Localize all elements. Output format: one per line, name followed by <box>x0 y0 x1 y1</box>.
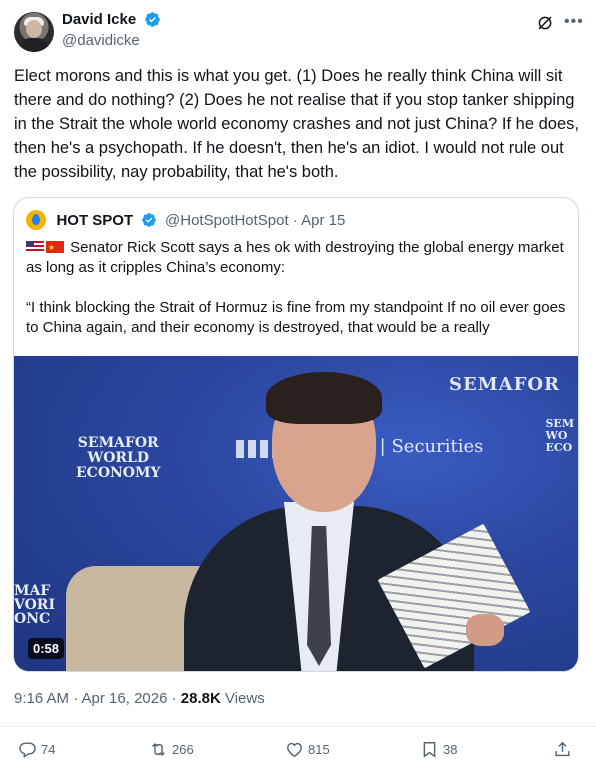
tweet-action-bar: 74 266 815 38 <box>0 736 596 764</box>
author-display-name[interactable]: David Icke <box>62 11 136 28</box>
author-avatar[interactable] <box>14 12 54 52</box>
us-flag-icon <box>26 241 44 253</box>
video-sign-top: SEMAFOR <box>448 374 560 395</box>
quoted-tweet-line-1: Senator Rick Scott says a hes ok with de… <box>26 239 564 276</box>
grok-icon[interactable] <box>536 14 554 32</box>
video-sign-left: SEMAFOR WORLD ECONOMY <box>76 435 161 481</box>
share-button[interactable] <box>553 740 572 760</box>
verified-badge-icon <box>144 12 160 28</box>
quoted-tweet-paragraph-2: “I think blocking the Strait of Hormuz i… <box>26 299 566 336</box>
divider <box>0 726 596 727</box>
bookmark-count: 38 <box>443 742 458 757</box>
china-flag-icon <box>46 238 64 258</box>
quoted-author-handle-date[interactable]: @HotSpotHotSpot · Apr 15 <box>165 212 345 229</box>
bookmark-icon <box>423 742 436 758</box>
bookmark-button[interactable]: 38 <box>420 740 457 760</box>
speaker-hand <box>466 614 504 646</box>
quoted-author-display-name[interactable]: HOT SPOT <box>56 212 133 229</box>
reply-button[interactable]: 74 <box>18 740 55 760</box>
tweet-header: David Icke @davidicke ••• <box>14 10 584 54</box>
like-button[interactable]: 815 <box>285 740 330 760</box>
video-duration-badge: 0:58 <box>28 638 65 659</box>
tweet-text: Elect morons and this is what you get. (… <box>14 67 579 181</box>
speaker-hair <box>266 372 382 424</box>
author-name-block: David Icke @davidicke <box>62 11 161 49</box>
quoted-tweet[interactable]: HOT SPOT @HotSpotHotSpot · Apr 15 Senato… <box>13 197 579 672</box>
quoted-tweet-paragraph-1: Senator Rick Scott says a hes ok with de… <box>26 238 566 278</box>
video-sign-bottom-left: MAF VORI ONC <box>14 583 55 627</box>
more-options-icon[interactable]: ••• <box>564 14 583 32</box>
video-player[interactable]: SEMAFOR SEMAFOR WORLD ECONOMY L | Securi… <box>14 356 578 671</box>
video-sign-right: SEM WO ECO <box>545 417 574 454</box>
reply-icon <box>19 742 36 758</box>
share-icon <box>555 741 570 757</box>
repost-icon <box>152 742 165 757</box>
views-label: Views <box>220 690 265 707</box>
quoted-tweet-text: Senator Rick Scott says a hes ok with de… <box>26 238 566 338</box>
video-sign-securities: L | Securities <box>362 436 484 457</box>
reply-count: 74 <box>41 742 56 757</box>
tweet-timestamp[interactable]: 9:16 AM · Apr 16, 2026 · <box>14 690 181 707</box>
like-count: 815 <box>308 742 330 757</box>
tweet-meta: 9:16 AM · Apr 16, 2026 · 28.8K Views <box>14 690 265 707</box>
repost-count: 266 <box>172 742 194 757</box>
quoted-author-avatar[interactable] <box>26 210 46 230</box>
repost-button[interactable]: 266 <box>149 740 194 760</box>
quoted-tweet-header: HOT SPOT @HotSpotHotSpot · Apr 15 <box>26 210 345 230</box>
views-count: 28.8K <box>180 690 221 707</box>
author-handle[interactable]: @davidicke <box>62 32 161 49</box>
verified-badge-icon <box>141 213 156 227</box>
heart-icon <box>287 742 302 758</box>
